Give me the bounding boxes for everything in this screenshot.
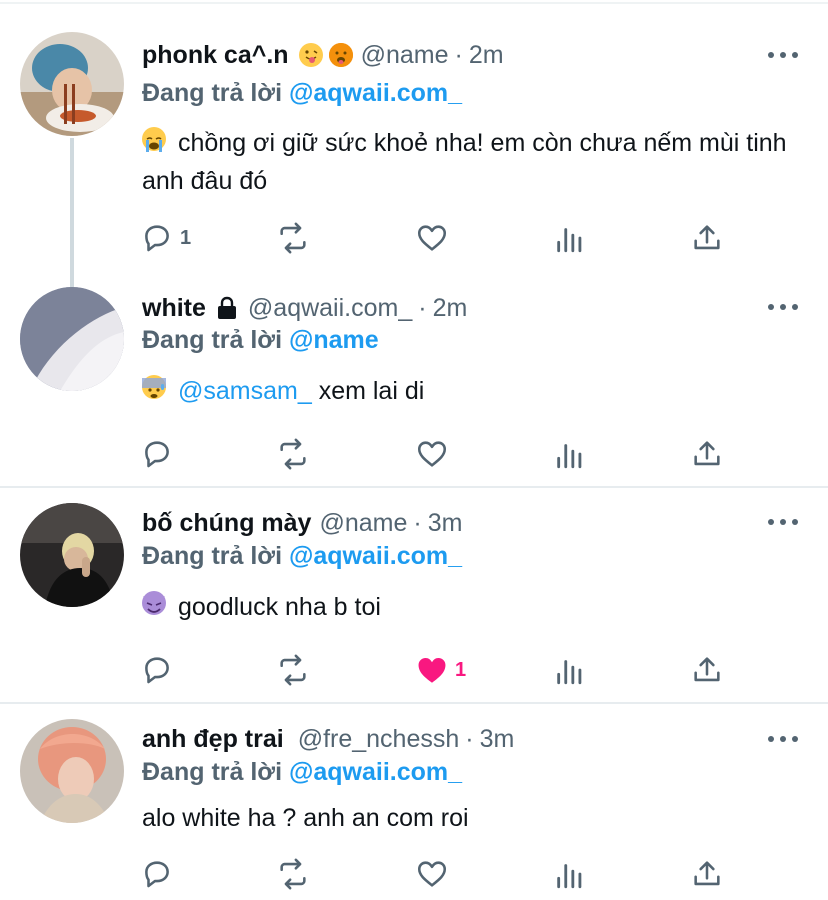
- replying-to: Đang trả lời @aqwaii.com_: [142, 758, 462, 787]
- retweet-button[interactable]: [276, 854, 310, 894]
- share-icon: [694, 861, 720, 886]
- tweet-actions: [140, 854, 740, 894]
- like-button[interactable]: [415, 854, 449, 894]
- views-button[interactable]: [553, 854, 587, 894]
- separator-dot: ·: [465, 724, 474, 753]
- tweet-text: alo white ha ? anh an com roi: [142, 799, 802, 837]
- reply-to-mention[interactable]: @aqwaii.com_: [289, 758, 462, 786]
- tweet-4[interactable]: anh đẹp trai @fre_nchessh · 3m Đang trả …: [0, 0, 828, 900]
- avatar[interactable]: [20, 719, 124, 823]
- replying-to-label: Đang trả lời: [142, 758, 283, 786]
- timestamp[interactable]: 3m: [480, 725, 515, 754]
- analytics-icon: [557, 864, 582, 889]
- more-options-icon[interactable]: [768, 734, 798, 744]
- share-button[interactable]: [690, 854, 724, 894]
- heart-outline-icon: [417, 861, 447, 887]
- handle[interactable]: @fre_nchessh: [298, 725, 460, 754]
- reply-icon: [145, 861, 169, 888]
- tweet-header: anh đẹp trai @fre_nchessh · 3m: [142, 722, 748, 756]
- tweet-text-content: alo white ha ? anh an com roi: [142, 804, 469, 832]
- reply-button[interactable]: [140, 854, 174, 894]
- retweet-icon: [280, 858, 306, 890]
- display-name[interactable]: anh đẹp trai: [142, 725, 284, 754]
